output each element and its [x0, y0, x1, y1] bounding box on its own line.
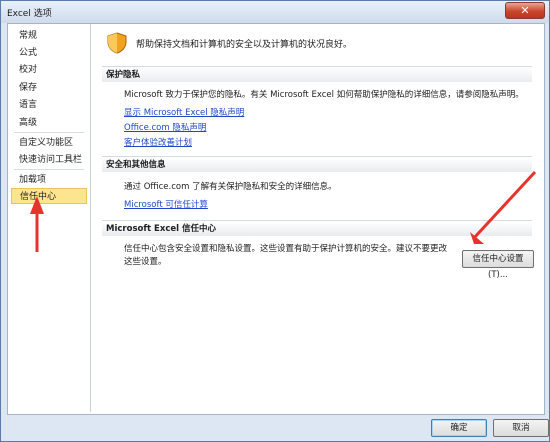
excel-options-window: Excel 选项 ✕ 常规 公式 校对 保存 语言 高级 自定义功能区 快速访问… [0, 0, 550, 442]
sidebar-item-trust-center[interactable]: 信任中心 [11, 188, 87, 204]
ok-button[interactable]: 确定 [431, 419, 487, 437]
link-office-privacy-statement[interactable]: Office.com 隐私声明 [124, 121, 206, 133]
close-button[interactable]: ✕ [505, 2, 545, 19]
sidebar-item-advanced[interactable]: 高级 [11, 115, 87, 131]
sidebar-item-proofing[interactable]: 校对 [11, 62, 87, 78]
trust-center-description-line2: 这些设置。 [124, 257, 167, 267]
sidebar-item-general[interactable]: 常规 [11, 28, 87, 44]
trust-center-description-line1: 信任中心包含安全设置和隐私设置。这些设置有助于保护计算机的安全。建议不要更改 [124, 244, 448, 254]
privacy-description: Microsoft 致力于保护您的隐私。有关 Microsoft Excel 如… [124, 90, 524, 100]
sidebar-item-save[interactable]: 保存 [11, 80, 87, 96]
sidebar-item-quick-access-toolbar[interactable]: 快速访问工具栏 [11, 152, 87, 168]
link-trustworthy-computing[interactable]: Microsoft 可信任计算 [124, 198, 208, 210]
sidebar-nav: 常规 公式 校对 保存 语言 高级 自定义功能区 快速访问工具栏 加载项 信任中… [8, 24, 91, 412]
main-content: 帮助保持文档和计算机的安全以及计算机的状况良好。 保护隐私 Microsoft … [98, 24, 540, 412]
cancel-button[interactable]: 取消 [493, 419, 549, 437]
sidebar-item-add-ins[interactable]: 加载项 [11, 172, 87, 188]
section-title-privacy: 保护隐私 [102, 66, 532, 82]
shield-icon [107, 32, 127, 54]
dialog-body: 常规 公式 校对 保存 语言 高级 自定义功能区 快速访问工具栏 加载项 信任中… [7, 23, 545, 415]
sidebar-divider [14, 132, 84, 133]
security-description: 通过 Office.com 了解有关保护隐私和安全的详细信息。 [124, 182, 337, 192]
section-title-security-more: 安全和其他信息 [102, 156, 532, 172]
page-header-text: 帮助保持文档和计算机的安全以及计算机的状况良好。 [136, 40, 353, 50]
window-title: Excel 选项 [7, 9, 52, 19]
link-excel-privacy-statement[interactable]: 显示 Microsoft Excel 隐私声明 [124, 106, 244, 118]
title-bar: Excel 选项 ✕ [1, 1, 549, 23]
dialog-footer: 确定 取消 [7, 415, 549, 441]
sidebar-item-customize-ribbon[interactable]: 自定义功能区 [11, 135, 87, 151]
link-customer-experience-program[interactable]: 客户体验改善计划 [124, 136, 192, 148]
sidebar-item-language[interactable]: 语言 [11, 97, 87, 113]
trust-center-settings-button[interactable]: 信任中心设置(T)... [462, 250, 534, 280]
sidebar-item-formulas[interactable]: 公式 [11, 45, 87, 61]
section-title-trust-center: Microsoft Excel 信任中心 [102, 220, 532, 236]
sidebar-divider [14, 169, 84, 170]
